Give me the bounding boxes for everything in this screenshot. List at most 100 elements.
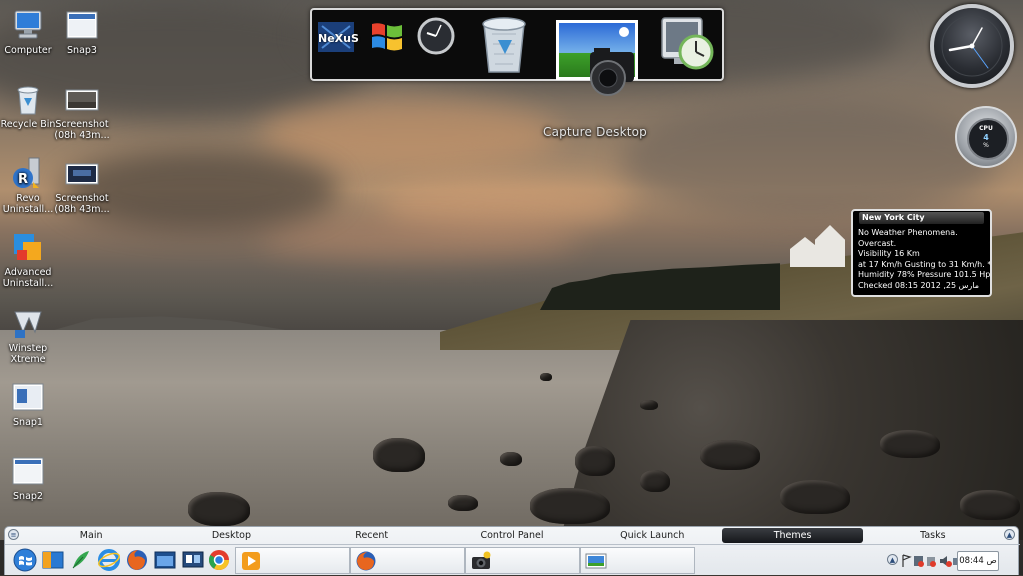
taskbar-panel-capture[interactable] <box>465 547 580 574</box>
desktop-icon-label: Snap2 <box>13 491 43 502</box>
dock-item-clock-monitor[interactable] <box>658 14 716 74</box>
tray-expand-button[interactable]: ▲ <box>887 554 898 565</box>
rock <box>448 495 478 511</box>
recycle-bin-icon <box>482 17 526 73</box>
weather-line: Humidity 78% Pressure 101.5 Hpa <box>858 270 992 279</box>
tray-icons <box>902 554 960 567</box>
camera-icon <box>472 551 491 569</box>
tab-quick-launch[interactable]: Quick Launch <box>582 528 722 543</box>
trees <box>540 263 780 310</box>
weather-line: No Weather Phenomena. <box>858 228 958 237</box>
weather-gadget[interactable]: New York City No Weather Phenomena. Over… <box>851 209 992 297</box>
desktop-icon-label: Snap3 <box>67 45 97 56</box>
taskbar-panel-picture[interactable] <box>580 547 695 574</box>
weather-line: Checked 08:15 2012 ,25 مارس <box>858 280 979 290</box>
dock-item-capture-desktop[interactable] <box>554 18 646 106</box>
cpu-label: CPU <box>979 125 993 132</box>
analog-clock-icon <box>941 15 1003 77</box>
taskbar-items-row: ▲ 08:44 ص <box>5 544 1020 576</box>
desktop-icon-screenshot-2[interactable]: Screenshot (08h 43m... <box>48 156 116 215</box>
camera-capture-icon <box>556 20 638 96</box>
start-orb-icon <box>13 548 37 572</box>
quick-launch-internet-explorer[interactable] <box>97 548 121 572</box>
revo-uninstaller-icon: R <box>11 156 45 190</box>
rock <box>640 400 658 410</box>
tab-themes[interactable]: Themes <box>722 528 863 543</box>
media-player-icon <box>242 552 260 570</box>
top-dock: NeXuS <box>310 8 724 96</box>
rock <box>373 438 425 472</box>
internet-explorer-icon <box>98 549 120 571</box>
weather-line: Visibility 16 Km <box>858 249 920 258</box>
tab-desktop[interactable]: Desktop <box>161 528 301 543</box>
taskbar-tabs: Main Desktop Recent Control Panel Quick … <box>21 528 1003 543</box>
screen-icon <box>182 551 204 568</box>
feather-icon <box>72 551 89 569</box>
window-icon <box>154 551 176 569</box>
weather-city: New York City <box>859 212 984 224</box>
desktop-icon-label: Screenshot (08h 43m... <box>54 119 110 141</box>
desktop-icon-advanced-uninstaller[interactable]: Advanced Uninstall... <box>0 230 62 289</box>
desktop-icon-winstep-xtreme[interactable]: Winstep Xtreme <box>0 306 62 365</box>
rock <box>500 452 522 466</box>
clock-gadget[interactable] <box>930 4 1014 88</box>
cpu-unit: % <box>983 142 989 149</box>
taskbar-collapse-button[interactable]: ▲ <box>1004 529 1015 540</box>
image-file-icon <box>11 380 45 414</box>
taskbar: ≡ Main Desktop Recent Control Panel Quic… <box>4 526 1020 576</box>
tab-tasks[interactable]: Tasks <box>863 528 1003 543</box>
tab-recent[interactable]: Recent <box>302 528 442 543</box>
taskbar-panel-media[interactable] <box>235 547 350 574</box>
image-file-icon <box>65 156 99 190</box>
rock <box>575 446 615 476</box>
rock <box>530 488 610 524</box>
weather-details: No Weather Phenomena. Overcast. Visibili… <box>853 224 990 291</box>
quick-launch-windows-explorer[interactable] <box>153 548 177 572</box>
desktop-icon-snap3[interactable]: Snap3 <box>48 8 116 56</box>
chrome-icon <box>208 550 229 570</box>
picture-icon <box>585 553 607 569</box>
computer-icon <box>11 8 45 42</box>
recycle-bin-icon <box>11 82 45 116</box>
quick-launch-firefox[interactable] <box>125 548 149 572</box>
show-desktop-icon <box>42 551 64 569</box>
desktop-icon-screenshot-1[interactable]: Screenshot (08h 43m... <box>48 82 116 141</box>
tray-clock[interactable]: 08:44 ص <box>957 551 999 571</box>
weather-line: at 17 Km/h Gusting to 31 Km/h. * W <box>858 259 992 269</box>
taskbar-menu-button[interactable]: ≡ <box>8 529 19 540</box>
dock-item-nexus[interactable]: NeXuS <box>316 18 359 58</box>
quick-launch-desktop[interactable] <box>41 548 65 572</box>
image-file-icon <box>11 454 45 488</box>
image-file-icon <box>65 82 99 116</box>
desktop-icon-snap2[interactable]: Snap2 <box>0 454 62 502</box>
dock-item-recycle-bin[interactable] <box>476 14 532 76</box>
tab-control-panel[interactable]: Control Panel <box>442 528 582 543</box>
clock-icon <box>417 17 455 55</box>
dock-item-clock[interactable] <box>416 16 456 56</box>
rock <box>700 440 760 470</box>
quick-launch-screen[interactable] <box>181 548 205 572</box>
system-tray: ▲ 08:44 ص <box>885 548 1017 572</box>
cpu-meter-gadget[interactable]: CPU 4 % <box>955 106 1017 168</box>
flag-icon <box>902 554 912 567</box>
advanced-uninstaller-icon <box>11 230 45 264</box>
tab-main[interactable]: Main <box>21 528 161 543</box>
desktop-icon-snap1[interactable]: Snap1 <box>0 380 62 428</box>
rock <box>780 480 850 514</box>
windows-flag-icon <box>372 23 402 51</box>
quick-launch-feather[interactable] <box>69 548 93 572</box>
cpu-dial: CPU 4 % <box>967 118 1009 160</box>
taskbar-panel-firefox[interactable] <box>350 547 465 574</box>
firefox-icon <box>356 551 376 571</box>
start-orb[interactable] <box>13 548 37 572</box>
quick-launch-chrome[interactable] <box>207 548 231 572</box>
rock <box>540 373 552 381</box>
houses <box>785 215 855 270</box>
rock <box>640 470 670 492</box>
cpu-value: 4 <box>983 133 989 142</box>
dock-hover-label: Capture Desktop <box>542 125 647 139</box>
dock-item-windows[interactable] <box>366 16 408 58</box>
wallpaper-cloud <box>260 220 580 260</box>
desktop-icon-label: Snap1 <box>13 417 43 428</box>
image-file-icon <box>65 8 99 42</box>
